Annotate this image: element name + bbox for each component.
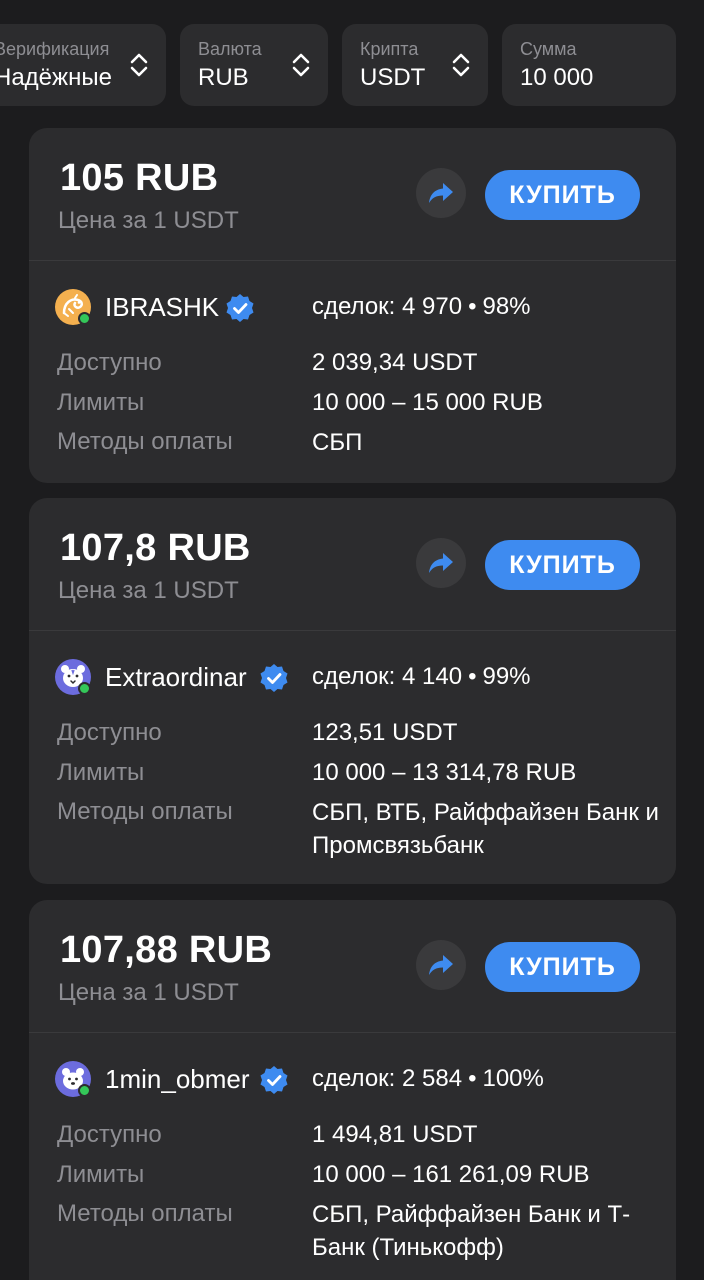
available-label: Доступно	[57, 1121, 162, 1148]
payment-methods-value: СБП	[312, 429, 363, 456]
buy-button[interactable]: КУПИТЬ	[485, 942, 640, 992]
crypto-filter[interactable]: Крипта USDT	[342, 24, 488, 106]
price-caption: Цена за 1 USDT	[58, 207, 239, 234]
share-arrow-icon	[429, 553, 453, 573]
online-status-dot	[78, 682, 91, 695]
share-button[interactable]	[416, 168, 466, 218]
verified-badge-icon	[260, 1066, 288, 1094]
stats-separator: •	[468, 293, 477, 320]
deals-count: 2 584	[402, 1065, 463, 1092]
offer-card[interactable]: 107,88 RUB Цена за 1 USDT КУПИТЬ 1min_ob…	[29, 900, 676, 1280]
price-caption: Цена за 1 USDT	[58, 979, 239, 1006]
offer-card-header: 105 RUB Цена за 1 USDT КУПИТЬ	[29, 128, 676, 261]
deals-label: сделок:	[312, 293, 396, 320]
bear-avatar-icon[interactable]	[55, 1061, 91, 1097]
offer-card-header: 107,8 RUB Цена за 1 USDT КУПИТЬ	[29, 498, 676, 631]
currency-filter[interactable]: Валюта RUB	[180, 24, 328, 106]
trader-name[interactable]: Extraordinar	[105, 659, 247, 695]
offer-card[interactable]: 107,8 RUB Цена за 1 USDT КУПИТЬ Extraord…	[29, 498, 676, 884]
offer-card[interactable]: 105 RUB Цена за 1 USDT КУПИТЬ IBRASHK сд…	[29, 128, 676, 483]
verified-badge-icon	[260, 664, 288, 692]
trader-stats: сделок: 2 584 • 100%	[312, 1063, 544, 1095]
deals-label: сделок:	[312, 1065, 396, 1092]
payment-methods-value: СБП, ВТБ, Райффайзен Банк и Промсвязьбан…	[312, 799, 659, 859]
up-down-chevron-icon	[292, 53, 310, 77]
share-arrow-icon	[429, 955, 453, 975]
p2p-offers-screen: Верификация Надёжные Валюта RUB Крипта U…	[0, 0, 704, 1280]
offer-card-details: Extraordinar сделок: 4 140 • 99% Доступно …	[29, 631, 676, 861]
available-value: 2 039,34 USDT	[312, 349, 478, 376]
share-arrow-icon	[429, 183, 453, 203]
online-status-dot	[78, 1084, 91, 1097]
online-status-dot	[78, 312, 91, 325]
offer-card-details: 1min_obmer сделок: 2 584 • 100% Доступно 1…	[29, 1033, 676, 1263]
up-down-chevron-icon	[452, 53, 470, 77]
offer-price: 107,8 RUB	[60, 527, 251, 569]
limits-value: 10 000 – 13 314,78 RUB	[312, 759, 577, 786]
limits-label: Лимиты	[57, 759, 145, 786]
limits-value: 10 000 – 161 261,09 RUB	[312, 1161, 590, 1188]
offer-card-header: 107,88 RUB Цена за 1 USDT КУПИТЬ	[29, 900, 676, 1033]
offer-price: 107,88 RUB	[60, 929, 273, 971]
limits-label: Лимиты	[57, 389, 145, 416]
buy-button[interactable]: КУПИТЬ	[485, 170, 640, 220]
available-value: 123,51 USDT	[312, 719, 458, 746]
payment-methods-label: Методы оплаты	[57, 1200, 233, 1227]
amount-filter[interactable]: Сумма 10 000	[502, 24, 676, 106]
amount-filter-value: 10 000	[520, 64, 594, 91]
offer-card-details: IBRASHK сделок: 4 970 • 98% Доступно 2 039…	[29, 261, 676, 483]
payment-methods-value: СБП, Райффайзен Банк и Т-Банк (Тинькофф)	[312, 1201, 631, 1261]
payment-methods-label: Методы оплаты	[57, 428, 233, 455]
deals-label: сделок:	[312, 663, 396, 690]
lizard-avatar-icon[interactable]	[55, 289, 91, 325]
verification-filter[interactable]: Верификация Надёжные	[0, 24, 166, 106]
trader-stats: сделок: 4 140 • 99%	[312, 661, 531, 693]
limits-value: 10 000 – 15 000 RUB	[312, 389, 543, 416]
amount-filter-label: Сумма	[520, 39, 577, 59]
deals-count: 4 970	[402, 293, 463, 320]
buy-button[interactable]: КУПИТЬ	[485, 540, 640, 590]
available-value: 1 494,81 USDT	[312, 1121, 478, 1148]
tiger-avatar-icon[interactable]	[55, 659, 91, 695]
deals-count: 4 140	[402, 663, 463, 690]
stats-separator: •	[468, 1065, 477, 1092]
available-label: Доступно	[57, 349, 162, 376]
verified-badge-icon	[226, 294, 254, 322]
completion-rate: 98%	[482, 293, 531, 320]
share-button[interactable]	[416, 940, 466, 990]
trader-name[interactable]: 1min_obmer	[105, 1061, 250, 1097]
price-caption: Цена за 1 USDT	[58, 577, 239, 604]
up-down-chevron-icon	[130, 53, 148, 77]
available-label: Доступно	[57, 719, 162, 746]
completion-rate: 100%	[482, 1065, 544, 1092]
trader-stats: сделок: 4 970 • 98%	[312, 291, 531, 323]
trader-name[interactable]: IBRASHK	[105, 289, 219, 325]
offer-price: 105 RUB	[60, 157, 219, 199]
completion-rate: 99%	[482, 663, 531, 690]
limits-label: Лимиты	[57, 1161, 145, 1188]
stats-separator: •	[468, 663, 477, 690]
share-button[interactable]	[416, 538, 466, 588]
payment-methods-label: Методы оплаты	[57, 798, 233, 825]
